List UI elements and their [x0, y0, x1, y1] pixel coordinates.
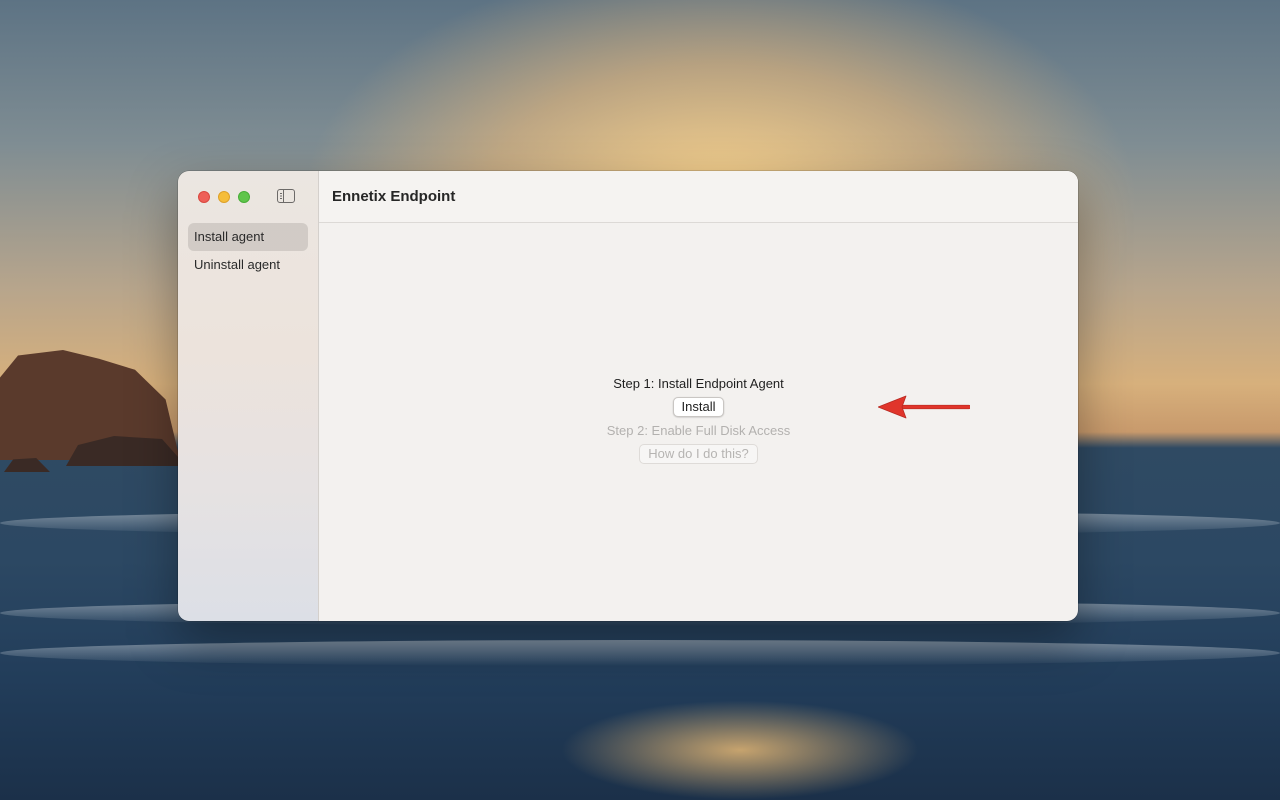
sidebar-nav: Install agent Uninstall agent — [188, 223, 308, 279]
content-area: Step 1: Install Endpoint Agent Install S… — [319, 223, 1078, 621]
wallpaper-rock — [4, 458, 50, 472]
steps-group: Step 1: Install Endpoint Agent Install S… — [319, 375, 1078, 469]
install-button[interactable]: Install — [672, 397, 725, 417]
step-2-label: Step 2: Enable Full Disk Access — [606, 423, 791, 438]
wallpaper-sun-glare — [560, 700, 920, 800]
window-title: Ennetix Endpoint — [332, 188, 456, 205]
titlebar: Ennetix Endpoint — [319, 171, 1078, 223]
sidebar-toggle-icon[interactable] — [277, 189, 295, 203]
app-window: Install agent Uninstall agent Ennetix En… — [178, 171, 1078, 621]
zoom-button[interactable] — [238, 191, 250, 203]
sidebar: Install agent Uninstall agent — [178, 171, 319, 621]
window-controls — [198, 191, 250, 203]
sidebar-item-install-agent[interactable]: Install agent — [188, 223, 308, 251]
red-arrow-annotation-icon — [878, 395, 970, 419]
main-pane: Ennetix Endpoint Step 1: Install Endpoin… — [319, 171, 1078, 621]
how-do-i-do-this-button[interactable]: How do I do this? — [639, 444, 758, 464]
wallpaper-wave — [0, 640, 1280, 666]
step-1-label: Step 1: Install Endpoint Agent — [613, 376, 784, 391]
sidebar-item-uninstall-agent[interactable]: Uninstall agent — [188, 251, 308, 279]
close-button[interactable] — [198, 191, 210, 203]
desktop-wallpaper: Install agent Uninstall agent Ennetix En… — [0, 0, 1280, 800]
minimize-button[interactable] — [218, 191, 230, 203]
